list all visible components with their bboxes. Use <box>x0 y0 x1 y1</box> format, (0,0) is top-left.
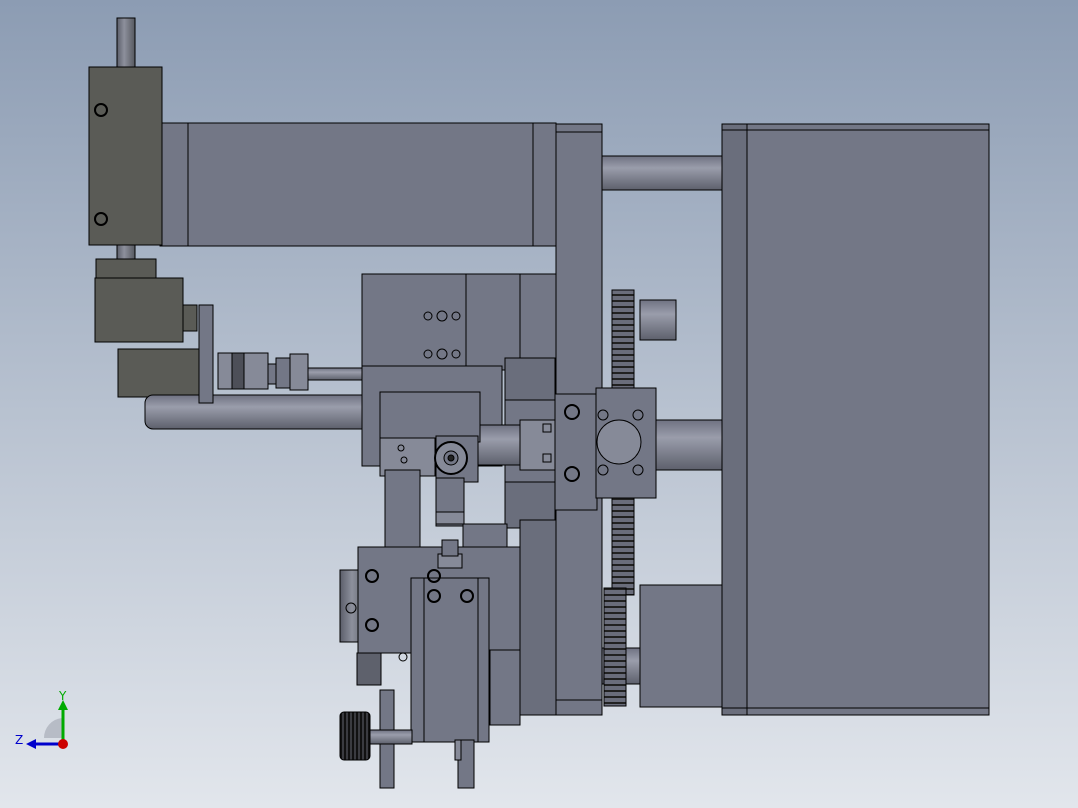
upper-guide-rod[interactable] <box>599 155 723 191</box>
knurled-knob[interactable] <box>339 711 371 761</box>
top-beam[interactable] <box>159 122 557 247</box>
cad-canvas[interactable]: Y Z <box>0 0 1078 808</box>
gripper-cylinder[interactable] <box>410 569 490 743</box>
base-foot[interactable] <box>519 519 557 716</box>
lower-rail[interactable] <box>489 649 521 726</box>
knob-shaft[interactable] <box>369 729 413 745</box>
vertical-slide[interactable] <box>384 469 421 551</box>
cad-viewport[interactable]: Y Z <box>0 0 1078 808</box>
adjust-screw[interactable] <box>437 539 463 569</box>
plate-foot[interactable] <box>555 699 603 716</box>
z-axis-label: Z <box>15 733 23 747</box>
right-shaft-stub[interactable] <box>639 299 677 341</box>
y-axis-label: Y <box>58 689 67 703</box>
x-axis-dot <box>58 739 68 749</box>
lower-motor-block[interactable] <box>639 584 723 708</box>
left-vertical-rod[interactable] <box>116 17 136 71</box>
gripper-finger-center[interactable] <box>454 739 462 761</box>
left-rod-lower[interactable] <box>116 243 136 261</box>
right-housing-block[interactable] <box>721 123 990 716</box>
slide-rail[interactable] <box>462 523 508 549</box>
left-horizontal-rod[interactable] <box>144 394 376 430</box>
bearing-block[interactable] <box>595 387 657 499</box>
center-shaft[interactable] <box>654 419 723 471</box>
left-motor-housing[interactable] <box>88 66 163 246</box>
